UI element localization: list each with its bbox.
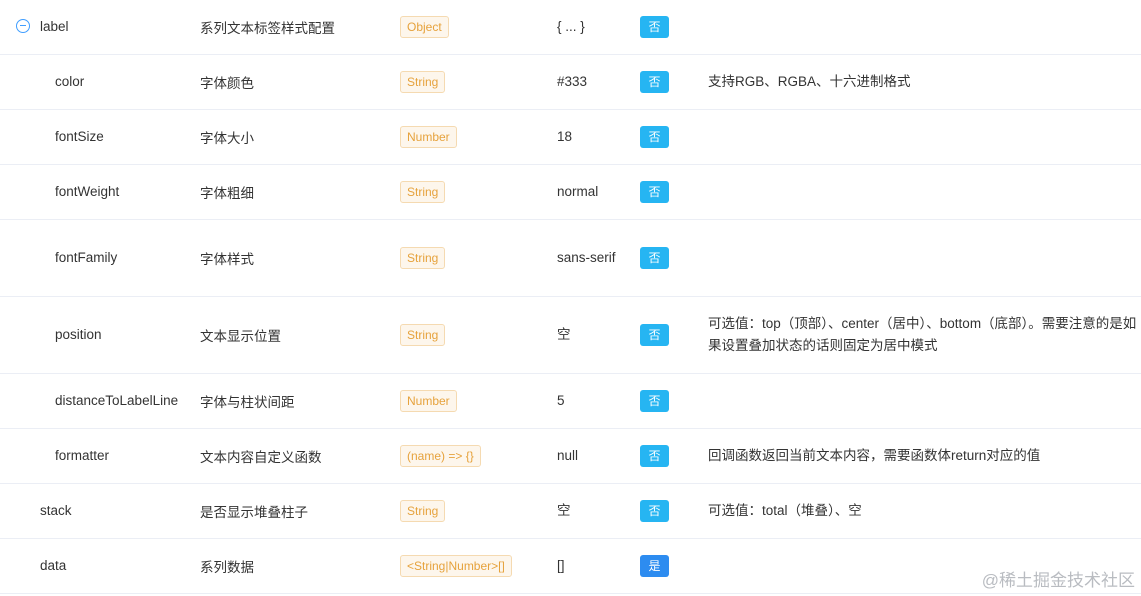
default-value: { ... } (557, 0, 640, 55)
prop-desc: 文本显示位置 (200, 296, 400, 374)
default-value: 空 (557, 296, 640, 374)
default-value: 18 (557, 109, 640, 165)
table-row: position 文本显示位置 String 空 否 可选值：top（顶部）、c… (0, 296, 1141, 374)
watermark: @稀土掘金技术社区 (981, 571, 1135, 590)
prop-name-cell: label (0, 0, 200, 55)
prop-desc: 系列文本标签样式配置 (200, 0, 400, 55)
required-tag: 否 (640, 15, 669, 38)
prop-desc: 字体样式 (200, 219, 400, 297)
type-tag: String (400, 499, 446, 522)
type-tag: Number (400, 389, 457, 412)
prop-note (708, 109, 1141, 165)
prop-note (708, 373, 1141, 429)
required-tag: 否 (640, 246, 669, 269)
prop-desc: 是否显示堆叠柱子 (200, 483, 400, 539)
props-table: label 系列文本标签样式配置 Object { ... } 否 color … (0, 0, 1141, 594)
table-row: label 系列文本标签样式配置 Object { ... } 否 (0, 0, 1141, 55)
default-value: [] (557, 538, 640, 594)
type-tag: String (400, 246, 446, 269)
required-tag: 否 (640, 389, 669, 412)
table-row: color 字体颜色 String #333 否 支持RGB、RGBA、十六进制… (0, 54, 1141, 110)
prop-note (708, 164, 1141, 220)
table-row: stack 是否显示堆叠柱子 String 空 否 可选值：total（堆叠）、… (0, 483, 1141, 539)
prop-name: data (0, 538, 200, 594)
prop-note: 可选值：total（堆叠）、空 (708, 483, 1141, 539)
prop-name: formatter (0, 428, 200, 484)
prop-note (708, 0, 1141, 55)
default-value: sans-serif (557, 219, 640, 297)
prop-name: stack (0, 483, 200, 539)
type-tag: String (400, 70, 446, 93)
collapse-minus-icon[interactable] (16, 18, 30, 33)
default-value: #333 (557, 54, 640, 110)
prop-name: color (0, 54, 200, 110)
type-tag: Object (400, 15, 449, 38)
prop-desc: 字体大小 (200, 109, 400, 165)
table-row: fontWeight 字体粗细 String normal 否 (0, 164, 1141, 220)
default-value: 空 (557, 483, 640, 539)
prop-desc: 文本内容自定义函数 (200, 428, 400, 484)
required-tag: 否 (640, 444, 669, 467)
required-tag: 否 (640, 499, 669, 522)
prop-note (708, 219, 1141, 297)
table-row: distanceToLabelLine 字体与柱状间距 Number 5 否 (0, 373, 1141, 429)
prop-desc: 字体粗细 (200, 164, 400, 220)
type-tag: (name) => {} (400, 444, 481, 467)
type-tag: <String|Number>[] (400, 554, 512, 577)
prop-desc: 字体与柱状间距 (200, 373, 400, 429)
type-tag: Number (400, 125, 457, 148)
prop-name: fontFamily (0, 219, 200, 297)
table-row: data 系列数据 <String|Number>[] [] 是 (0, 538, 1141, 594)
prop-desc: 系列数据 (200, 538, 400, 594)
prop-name: fontWeight (0, 164, 200, 220)
prop-note: 回调函数返回当前文本内容，需要函数体return对应的值 (708, 428, 1141, 484)
prop-note: 支持RGB、RGBA、十六进制格式 (708, 54, 1141, 110)
required-tag: 否 (640, 70, 669, 93)
type-tag: String (400, 180, 446, 203)
default-value: normal (557, 164, 640, 220)
table-row: fontSize 字体大小 Number 18 否 (0, 109, 1141, 165)
default-value: 5 (557, 373, 640, 429)
required-tag: 否 (640, 323, 669, 346)
required-tag: 否 (640, 180, 669, 203)
prop-desc: 字体颜色 (200, 54, 400, 110)
prop-name: distanceToLabelLine (0, 373, 200, 429)
required-tag: 否 (640, 125, 669, 148)
prop-name: position (0, 296, 200, 374)
prop-name: fontSize (0, 109, 200, 165)
type-tag: String (400, 323, 446, 346)
table-row: fontFamily 字体样式 String sans-serif 否 (0, 219, 1141, 297)
prop-name: label (40, 19, 69, 35)
required-tag: 是 (640, 554, 669, 577)
default-value: null (557, 428, 640, 484)
table-row: formatter 文本内容自定义函数 (name) => {} null 否 … (0, 428, 1141, 484)
prop-note: 可选值：top（顶部）、center（居中）、bottom（底部）。需要注意的是… (708, 296, 1141, 374)
